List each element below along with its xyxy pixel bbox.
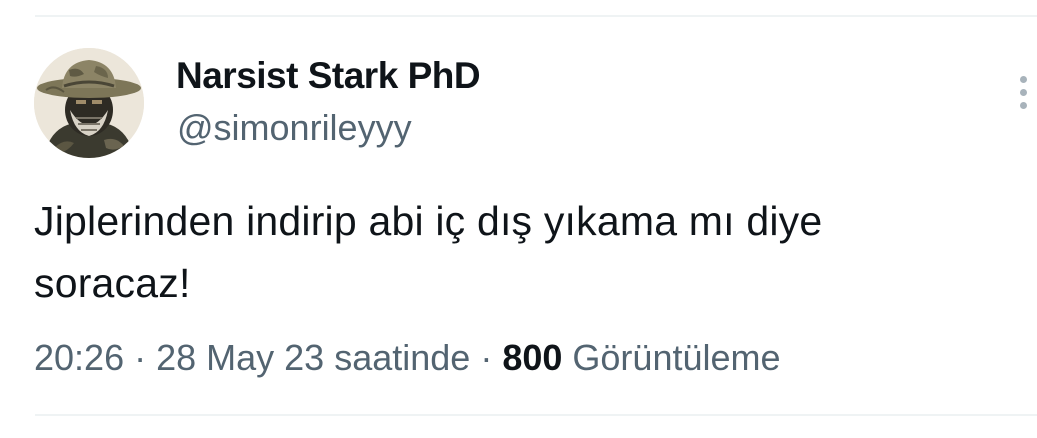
tweet-time[interactable]: 20:26 xyxy=(34,337,124,378)
author-display-name[interactable]: Narsist Stark PhD xyxy=(176,55,481,97)
avatar-image xyxy=(34,48,144,158)
tweet-text-line: Jiplerinden indirip abi iç dış yıkama mı… xyxy=(34,198,823,244)
tweet-text: Jiplerinden indirip abi iç dış yıkama mı… xyxy=(34,190,1024,314)
tweet-card: Narsist Stark PhD @simonrileyyy Jiplerin… xyxy=(0,0,1037,438)
tweet-date[interactable]: 28 May 23 saatinde xyxy=(156,337,470,378)
top-divider xyxy=(35,15,1037,17)
bottom-divider xyxy=(35,414,1037,416)
avatar[interactable] xyxy=(34,48,144,158)
author-handle[interactable]: @simonrileyyy xyxy=(177,107,412,149)
more-options-button[interactable] xyxy=(1012,74,1036,110)
views-label: Görüntüleme xyxy=(572,337,781,378)
meta-separator: · xyxy=(124,337,157,378)
tweet-meta: 20:26 · 28 May 23 saatinde · 800 Görüntü… xyxy=(34,337,781,379)
tweet-text-line: soracaz! xyxy=(34,260,191,306)
meta-separator: · xyxy=(470,337,503,378)
views-count: 800 xyxy=(502,337,563,378)
